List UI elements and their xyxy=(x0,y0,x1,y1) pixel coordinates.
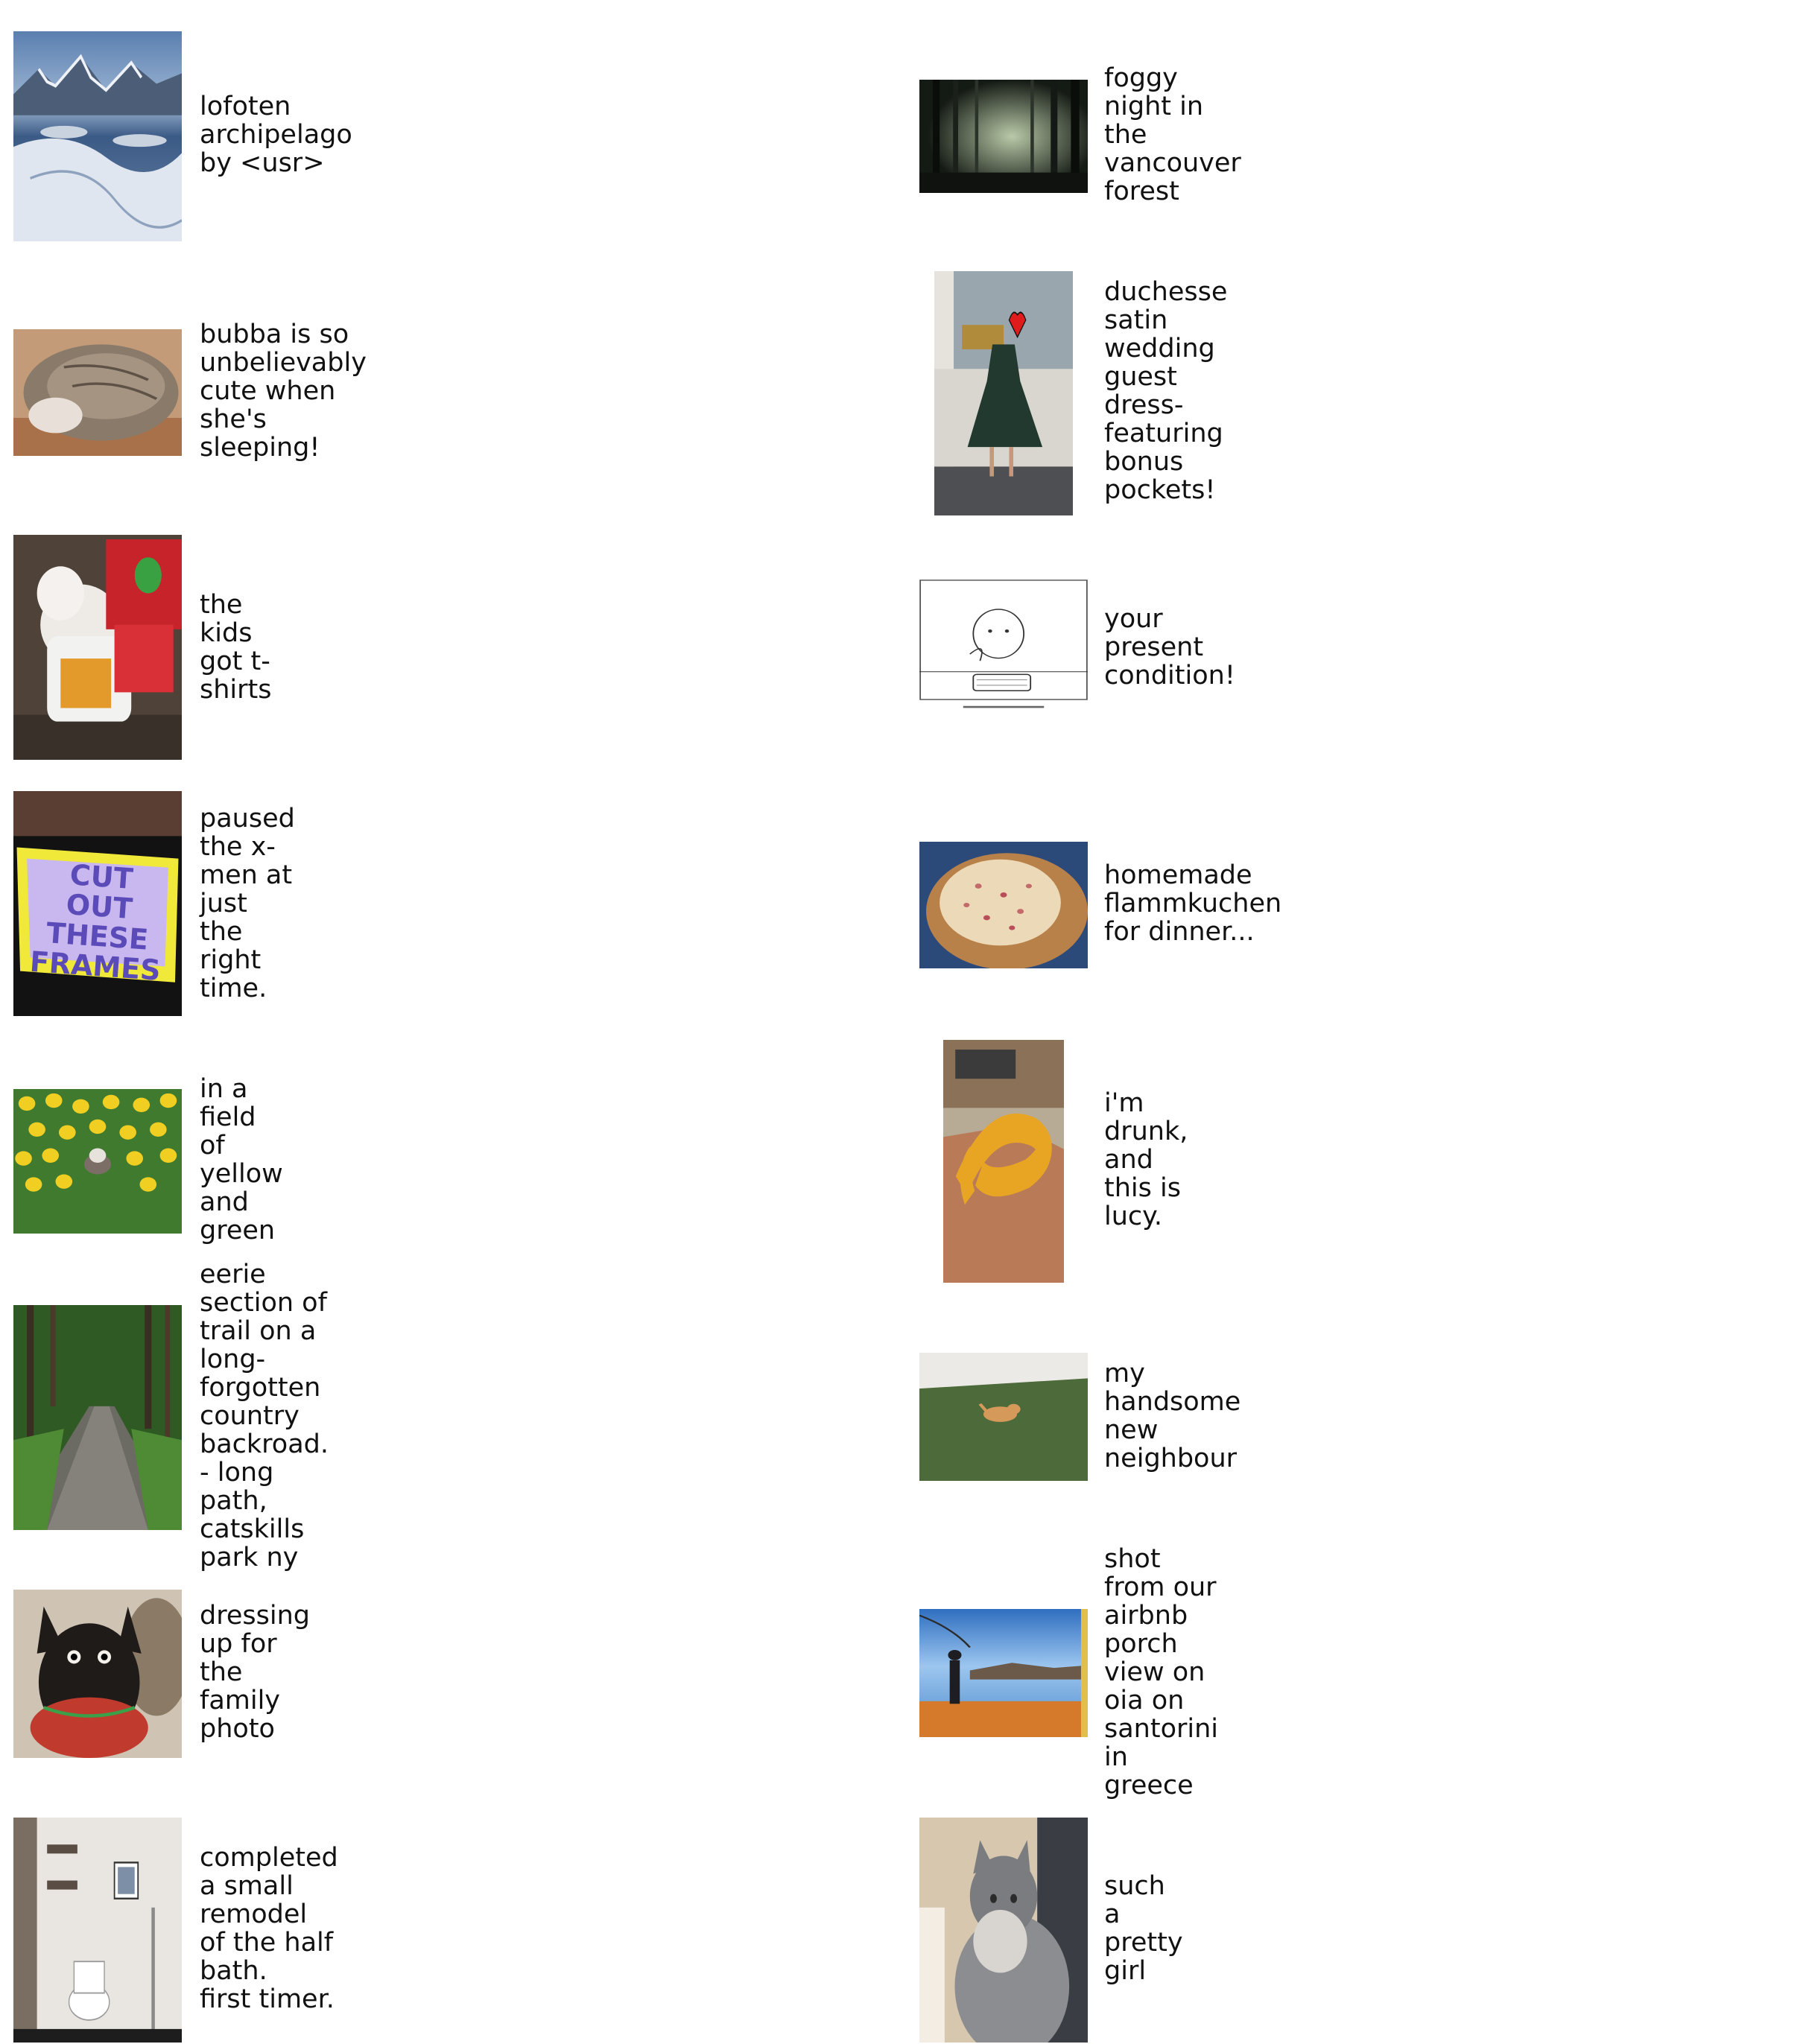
caption-text: i'm drunk, and this is lucy. xyxy=(1104,1088,1188,1231)
caption-text: dressing up for the family photo xyxy=(200,1601,310,1744)
caption-text: foggy night in the vancouver forest xyxy=(1104,63,1241,206)
caption-text: eerie section of trail on a long-forgott… xyxy=(200,1260,329,1572)
santorini-view-photo xyxy=(919,1609,1088,1737)
half-bathroom-photo xyxy=(13,1818,182,2043)
small-animal-on-grass-photo xyxy=(919,1353,1088,1481)
caption-text: duchesse satin wedding guest dress- feat… xyxy=(1104,277,1228,505)
snake-on-hand-photo xyxy=(943,1040,1064,1283)
caption-text: in a field of yellow and green xyxy=(200,1074,283,1245)
dog-in-tshirt-photo xyxy=(13,535,182,760)
caption-text: paused the x-men at just the right time. xyxy=(200,804,295,1003)
small-dog-in-sweater-photo xyxy=(13,1590,182,1758)
sign-text: CUT OUT THESE FRAMES xyxy=(28,858,162,987)
forest-trail-photo xyxy=(13,1305,182,1530)
flatbread-photo xyxy=(919,842,1088,968)
caption-text: completed a small remodel of the half ba… xyxy=(200,1843,338,2014)
caption-text: your present condition! xyxy=(1104,604,1235,691)
caption-text: lofoten archipelago by <usr> xyxy=(200,92,352,178)
yellow-flower-field-photo xyxy=(13,1089,182,1234)
sleeping-cat-photo xyxy=(13,329,182,456)
caption-text: bubba is so unbelievably cute when she's… xyxy=(200,320,367,463)
snowy-mountain-archipelago-photo xyxy=(13,31,182,241)
caption-text: the kids got t-shirts xyxy=(200,590,272,705)
image-caption-grid: lofoten archipelago by <usr> foggy night… xyxy=(0,0,1806,2044)
caption-text: such a pretty girl xyxy=(1104,1871,1183,1986)
caption-text: shot from our airbnb porch view on oia o… xyxy=(1104,1544,1219,1800)
foggy-forest-photo xyxy=(919,80,1088,193)
caption-text: my handsome new neighbour xyxy=(1104,1359,1241,1473)
fluffy-gray-cat-photo xyxy=(919,1818,1088,2043)
caption-text: homemade flammkuchen for dinner... xyxy=(1104,860,1282,947)
green-dress-photo xyxy=(934,271,1073,515)
tv-sign-photo: CUT OUT THESE FRAMES xyxy=(13,791,182,1016)
cartoon-keyboard-drawing xyxy=(919,580,1088,715)
